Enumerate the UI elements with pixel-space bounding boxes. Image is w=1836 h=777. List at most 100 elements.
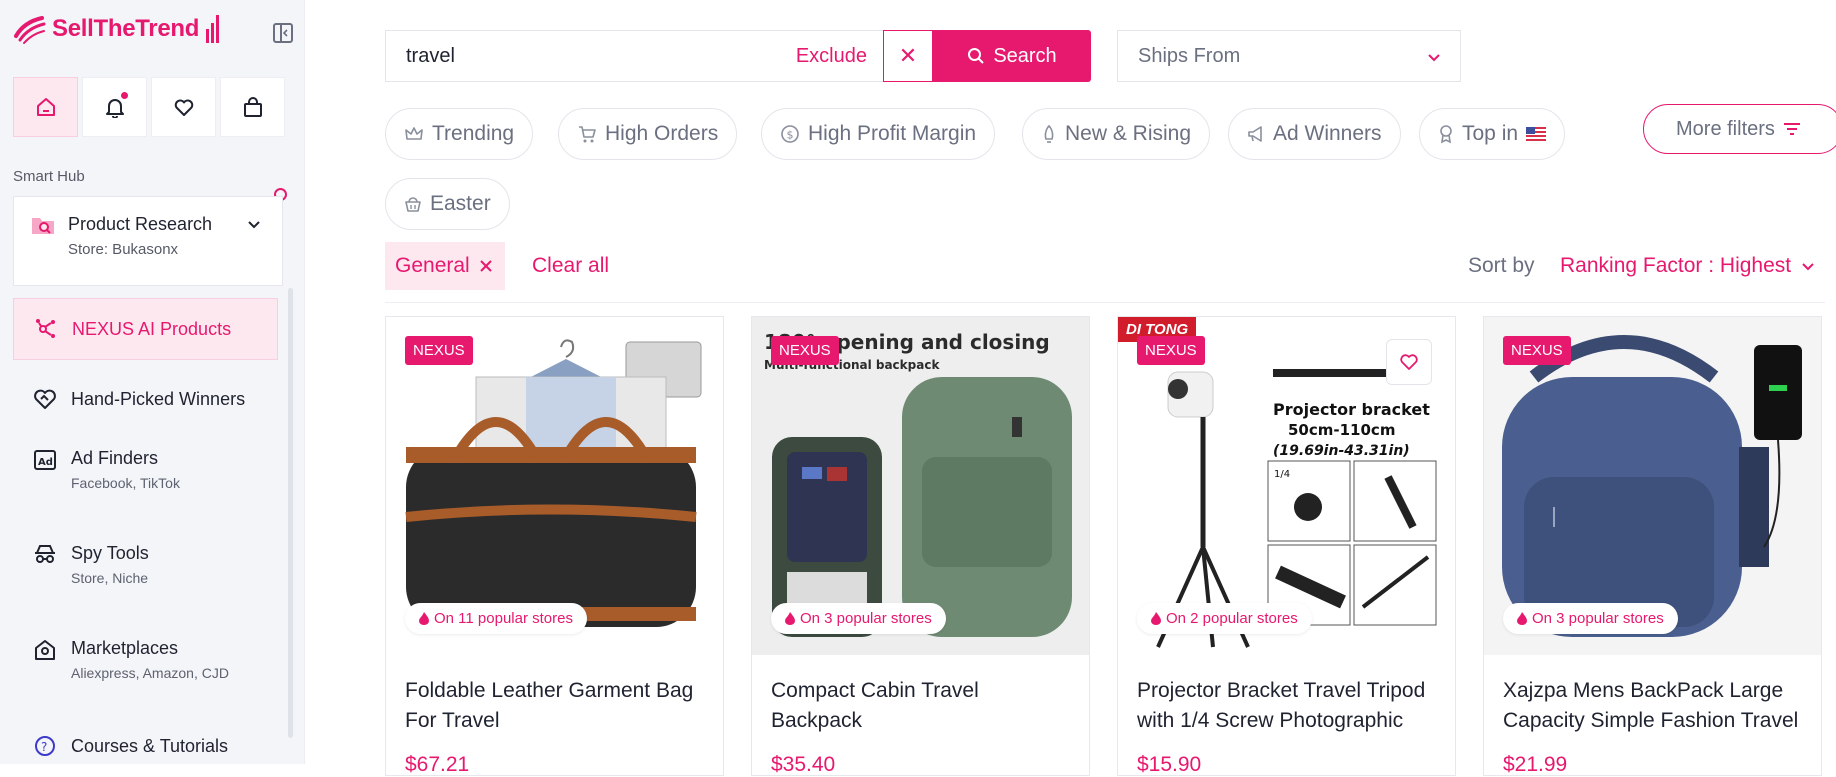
product-research-card[interactable]: Product Research Store: Bukasonx: [13, 196, 283, 286]
product-card[interactable]: 180° opening and closing Multi-functiona…: [751, 316, 1090, 776]
flame-icon: [785, 612, 795, 625]
nexus-badge: NEXUS: [1503, 336, 1571, 365]
heart-icon: [174, 99, 193, 116]
more-filters-label: More filters: [1676, 117, 1775, 140]
sidebar-item-label: Spy Tools: [71, 543, 149, 563]
close-icon[interactable]: [480, 260, 492, 272]
popularity-text: On 2 popular stores: [1166, 610, 1298, 627]
product-research-title: Product Research: [68, 214, 213, 234]
sidebar-nav: NEXUS AI Products Hand-Picked Winners Ad…: [13, 298, 278, 777]
chip-label: High Profit Margin: [808, 122, 977, 145]
favorite-button[interactable]: [1386, 339, 1432, 385]
sidebar-item-label: Hand-Picked Winners: [71, 388, 246, 409]
search-value[interactable]: travel: [386, 45, 796, 68]
store-icon: [33, 638, 57, 662]
logo-icon: [14, 16, 46, 44]
clear-search-button[interactable]: ✕: [883, 30, 933, 82]
notifications-button[interactable]: [82, 77, 147, 137]
spy-icon: [33, 543, 57, 567]
sidebar-item-ad-finders[interactable]: Ad Ad Finders Facebook, TikTok: [13, 430, 278, 525]
network-icon: [34, 317, 58, 341]
sidebar-item-hand-picked-winners[interactable]: Hand-Picked Winners: [13, 368, 278, 430]
smart-hub-label: Smart Hub: [13, 168, 85, 185]
us-flag-icon: [1526, 127, 1547, 141]
sidebar-item-sub: Aliexpress, Amazon, CJD: [71, 665, 229, 681]
clear-all-button[interactable]: Clear all: [532, 254, 609, 278]
sidebar-item-label: NEXUS AI Products: [72, 318, 232, 339]
sidebar-scrollbar[interactable]: [288, 288, 293, 738]
filter-chip-ad-winners[interactable]: Ad Winners: [1228, 108, 1401, 160]
chevron-down-icon[interactable]: [246, 216, 262, 232]
brand-logo[interactable]: SellTheTrend: [14, 14, 220, 44]
nexus-badge: NEXUS: [1137, 336, 1205, 365]
product-card[interactable]: Projector bracket 50cm-110cm (19.69in-43…: [1117, 316, 1456, 776]
product-price: $35.40: [771, 753, 836, 776]
chevron-down-icon: [1428, 54, 1440, 62]
search-button-label: Search: [993, 44, 1057, 67]
store-button[interactable]: [220, 77, 285, 137]
ships-from-select[interactable]: Ships From: [1117, 30, 1461, 82]
basket-icon: [405, 197, 421, 212]
sort-value: Ranking Factor : Highest: [1560, 254, 1792, 277]
sidebar-item-marketplaces[interactable]: Marketplaces Aliexpress, Amazon, CJD: [13, 620, 278, 715]
favorites-button[interactable]: [151, 77, 216, 137]
chevron-down-icon: [1802, 263, 1814, 271]
sidebar-item-sub: Facebook, TikTok: [71, 475, 180, 491]
active-filter-general: General: [385, 242, 505, 290]
sidebar-item-sub: Store, Niche: [71, 570, 149, 586]
product-image[interactable]: NEXUS On 3 popular stores: [1484, 317, 1821, 655]
filter-chip-easter[interactable]: Easter: [385, 178, 510, 230]
sidebar-item-spy-tools[interactable]: Spy Tools Store, Niche: [13, 525, 278, 620]
heart-handshake-icon: [33, 387, 57, 411]
filter-chip-high-profit-margin[interactable]: $ High Profit Margin: [761, 108, 996, 160]
shopping-bag-icon: [243, 97, 262, 117]
sidebar-item-courses[interactable]: ? Courses & Tutorials: [13, 715, 278, 777]
nexus-badge: NEXUS: [771, 336, 839, 365]
chip-label: Trending: [432, 122, 515, 145]
product-research-store: Store: Bukasonx: [68, 241, 179, 258]
product-card[interactable]: NEXUS On 11 popular stores Foldable Leat…: [385, 316, 724, 776]
filter-chip-new-rising[interactable]: New & Rising: [1022, 108, 1211, 160]
product-title[interactable]: Compact Cabin Travel Backpack: [771, 676, 1071, 736]
product-title[interactable]: Xajzpa Mens BackPack Large Capacity Simp…: [1503, 676, 1803, 736]
chip-label: High Orders: [605, 122, 719, 145]
rocket-icon: [1044, 124, 1054, 143]
product-title[interactable]: Foldable Leather Garment Bag For Travel: [405, 676, 705, 736]
help-icon: ?: [33, 734, 57, 758]
sort-select[interactable]: Ranking Factor : Highest: [1560, 254, 1815, 278]
more-filters-button[interactable]: More filters: [1643, 104, 1836, 154]
product-image[interactable]: 180° opening and closing Multi-functiona…: [752, 317, 1089, 655]
exclude-button[interactable]: Exclude: [796, 45, 890, 68]
folder-search-icon: [32, 218, 54, 234]
flame-icon: [1151, 612, 1161, 625]
image-headline: Projector bracket: [1273, 400, 1430, 419]
ad-icon: Ad: [33, 448, 57, 472]
popularity-badge: On 2 popular stores: [1137, 603, 1312, 634]
image-detail-label: 1/4: [1274, 469, 1290, 480]
sidebar-item-nexus-ai-products[interactable]: NEXUS AI Products: [13, 298, 278, 360]
product-image[interactable]: Projector bracket 50cm-110cm (19.69in-43…: [1118, 317, 1455, 655]
svg-text:?: ?: [41, 740, 47, 754]
product-image[interactable]: NEXUS On 11 popular stores: [386, 317, 723, 655]
megaphone-icon: [1248, 126, 1262, 142]
popularity-badge: On 11 popular stores: [405, 603, 587, 634]
filter-chip-high-orders[interactable]: High Orders: [558, 108, 738, 160]
product-title[interactable]: Projector Bracket Travel Tripod with 1/4…: [1137, 676, 1437, 736]
search-button[interactable]: Search: [933, 30, 1091, 82]
product-card[interactable]: NEXUS On 3 popular stores Xajzpa Mens Ba…: [1483, 316, 1822, 776]
search-input[interactable]: travel Exclude: [385, 30, 890, 82]
sidebar-item-label: Marketplaces: [71, 638, 179, 658]
collapse-sidebar-icon[interactable]: [272, 22, 294, 44]
brand-name: SellTheTrend: [52, 15, 200, 42]
product-price: $21.99: [1503, 753, 1568, 776]
award-icon: [1440, 125, 1452, 144]
sidebar-item-label: Ad Finders: [71, 448, 159, 468]
home-button[interactable]: [13, 77, 78, 137]
filter-chip-trending[interactable]: Trending: [385, 108, 534, 160]
sidebar: SellTheTrend Smart Hub Product Research …: [0, 0, 305, 764]
bars-icon: [206, 15, 220, 43]
top-icon-row: [13, 77, 285, 137]
filter-chip-top-in[interactable]: Top in: [1419, 108, 1566, 160]
cart-icon: [579, 126, 596, 143]
active-filter-label: General: [395, 254, 470, 277]
